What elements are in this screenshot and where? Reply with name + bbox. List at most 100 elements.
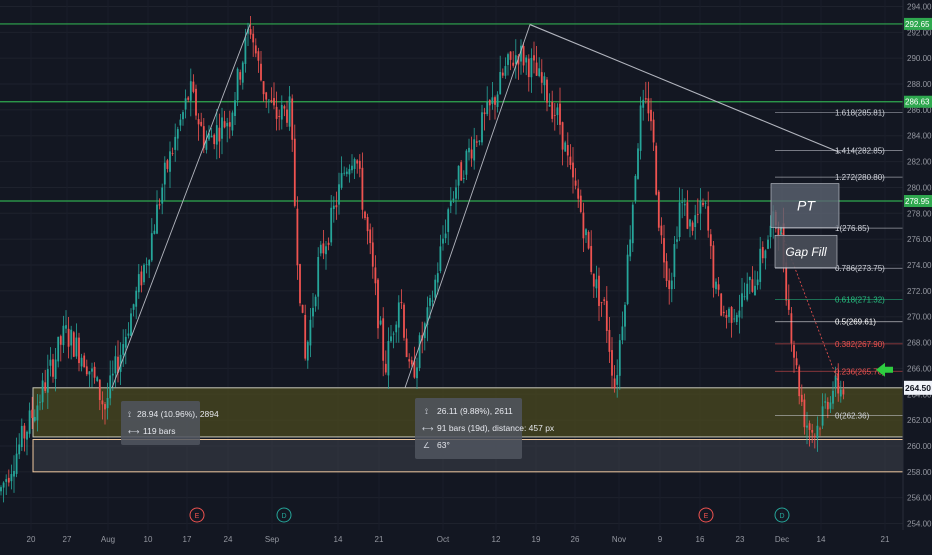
candle-body [96,377,99,381]
candle-body [689,219,691,227]
candle-body [462,178,465,180]
candle-body [197,119,200,125]
candle-body [345,171,348,174]
candle-body [348,168,351,175]
candle-body [169,151,171,172]
candle-body [473,139,476,161]
candle-body [587,231,590,249]
candle-body [431,300,434,302]
candle-body [358,160,361,169]
candle-body [712,245,715,288]
candle-body [148,260,151,266]
candle-body [184,98,187,110]
fib-level-label: 1.272(280.80) [835,173,885,182]
candle-body [754,285,756,296]
candle-body [325,246,327,255]
candle-body [561,122,564,150]
candle-body [457,165,460,186]
y-tick-label: 258.00 [907,468,932,477]
chart-area[interactable]: 1.618(285.81) 1.414(282.85) 1.272(280.80) 1… [0,0,932,550]
candle-body [806,425,808,428]
candle-body [621,326,624,341]
candle-body [483,112,486,114]
candle-body [486,101,489,115]
candle-body [23,425,26,439]
candle-body [72,332,75,357]
candle-body [93,366,96,378]
measure-2-angle: 63° [437,440,450,450]
candle-body [39,401,41,403]
candle-body [15,453,18,474]
candle-body [403,304,405,338]
candle-body [236,68,239,101]
x-tick-label: 24 [224,535,233,544]
event-marker-label: D [779,513,784,520]
candle-body [665,261,668,281]
candle-body [509,51,512,60]
candle-body [811,429,814,433]
y-tick-label: 254.00 [907,520,932,529]
candle-body [608,329,611,352]
candle-body [699,200,702,214]
level-price-label: 278.95 [905,197,930,206]
candle-body [819,428,821,430]
candle-body [626,254,629,305]
candle-body [790,313,793,344]
measure-box-2-row2: ⟷ 91 bars (19d), distance: 457 px [422,420,554,437]
candle-body [839,389,842,397]
candle-body [166,160,169,169]
fib-level-label: 1.414(282.85) [835,147,885,156]
candle-body [538,68,541,77]
candle-body [735,315,738,322]
candle-body [707,206,710,231]
candle-body [67,328,70,347]
candle-body [28,410,31,434]
candle-body [556,107,559,116]
fib-level-label: 1.618(285.81) [835,108,885,117]
fib-level-label: 0.786(273.75) [835,264,885,273]
candle-body [756,279,759,286]
event-marker-label: D [281,513,286,520]
candle-body [460,162,463,181]
candle-body [379,320,382,325]
candle-body [200,121,203,126]
candle-body [382,318,385,361]
candle-body [616,375,619,385]
candle-body [824,401,827,403]
candle-body [351,165,353,171]
candle-body [644,98,647,100]
candle-body [416,367,418,379]
y-tick-label: 260.00 [907,442,932,451]
gap-fill-label: Gap Fill [785,245,827,259]
candle-body [800,394,803,402]
measure-1-bars: 119 bars [143,426,176,436]
x-tick-label: 16 [696,535,705,544]
candle-body [340,173,343,188]
candle-body [449,201,452,206]
candle-body [187,97,190,100]
candle-body [429,298,431,306]
candle-body [387,341,390,376]
x-tick-label: 9 [658,535,663,544]
candle-body [54,359,57,379]
candle-body [124,336,127,348]
x-tick-label: Nov [612,535,626,544]
candle-body [395,324,398,333]
candle-body [660,225,663,236]
candle-body [681,202,684,203]
candle-body [296,208,299,266]
candle-body [465,150,468,175]
candle-body [546,79,548,103]
candle-body [408,359,411,362]
candle-body [564,142,567,152]
candle-body [683,204,686,206]
candle-body [842,389,845,395]
candle-body [33,416,36,421]
candle-body [135,290,138,307]
candle-body [280,104,283,120]
candle-body [400,302,403,304]
x-tick-label: 19 [532,535,541,544]
candle-body [572,162,574,178]
y-tick-label: 256.00 [907,494,932,503]
price-chart-svg[interactable]: 1.618(285.81) 1.414(282.85) 1.272(280.80) 1… [0,0,932,550]
